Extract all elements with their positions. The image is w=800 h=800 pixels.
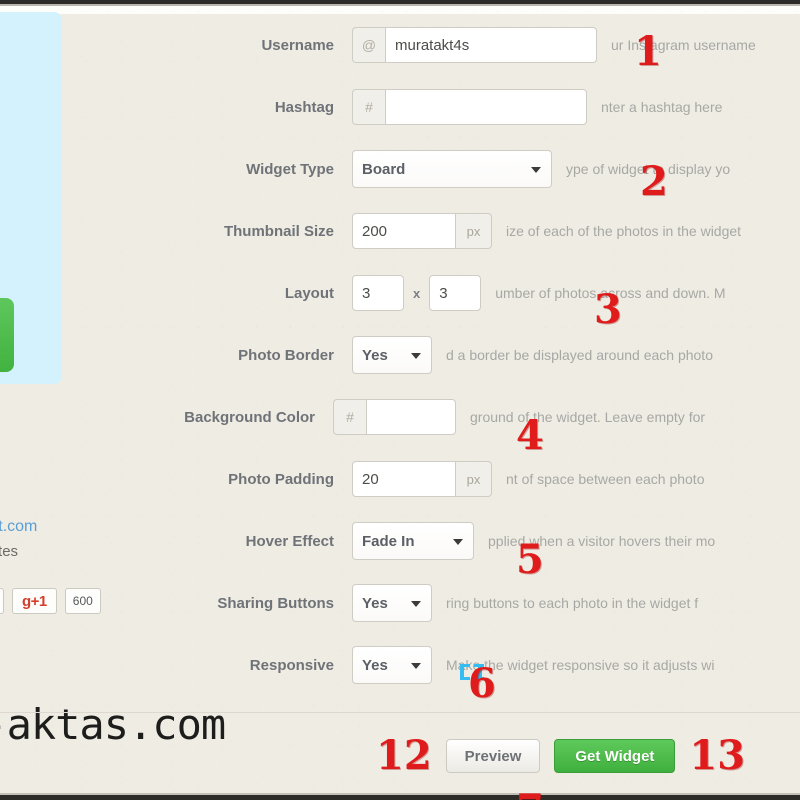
- hint-responsive: Make the widget responsive so it adjusts…: [446, 657, 715, 673]
- hash-sign-icon: #: [333, 399, 366, 435]
- layout-columns-input[interactable]: [352, 275, 404, 311]
- photo-padding-unit: px: [456, 461, 492, 497]
- responsive-select[interactable]: Yes: [352, 646, 432, 684]
- label-photo-border: Photo Border: [238, 346, 334, 364]
- layout-separator: x: [413, 285, 421, 301]
- sharing-buttons-value: Yes: [362, 594, 388, 612]
- form-row-photo-border: Photo Border Yes d a border be displayed…: [0, 324, 800, 704]
- sharing-buttons-select[interactable]: Yes: [352, 584, 432, 622]
- hover-effect-select[interactable]: Fade In: [352, 522, 474, 560]
- hint-background-color: ground of the widget. Leave empty for: [470, 409, 706, 425]
- widget-type-select[interactable]: Board: [352, 150, 552, 188]
- control-layout: x umber of photos across and down. M: [352, 275, 787, 311]
- chevron-down-icon: [453, 539, 463, 545]
- layout-rows-input[interactable]: [429, 275, 482, 311]
- label-background-color: Background Color: [184, 408, 315, 426]
- footer-divider: [0, 712, 800, 713]
- hint-username: ur Instagram username: [611, 37, 756, 53]
- control-widget-type: Board ype of widget to display yo: [352, 150, 784, 188]
- form-row-hover-effect: Hover Effect Fade In pplied when a visit…: [0, 510, 800, 572]
- hint-sharing-buttons: ring buttons to each photo in the widget…: [446, 595, 699, 611]
- label-widget-type: Widget Type: [246, 160, 334, 178]
- hint-photo-border: d a border be displayed around each phot…: [446, 347, 713, 363]
- label-username: Username: [261, 36, 334, 54]
- control-responsive: Yes Make the widget responsive so it adj…: [352, 646, 776, 684]
- chevron-down-icon: [531, 167, 541, 173]
- responsive-value: Yes: [362, 656, 388, 674]
- control-background-color: # ground of the widget. Leave empty for: [333, 399, 800, 435]
- preview-button[interactable]: Preview: [445, 739, 541, 773]
- get-widget-button[interactable]: Get Widget: [554, 739, 676, 773]
- form-footer: 12 Preview Get Widget 13: [0, 736, 800, 776]
- hint-photo-padding: nt of space between each photo: [506, 471, 705, 487]
- top-white-strip: [0, 6, 800, 14]
- form-row-thumbnail-size: Thumbnail Size px ize of each of the pho…: [0, 200, 800, 456]
- hint-thumbnail-size: ize of each of the photos in the widget: [506, 223, 742, 239]
- hint-hashtag: nter a hashtag here: [601, 99, 723, 115]
- text-cursor-artifact: [460, 662, 486, 682]
- username-input[interactable]: [385, 27, 597, 63]
- hint-layout: umber of photos across and down. M: [495, 285, 726, 301]
- label-responsive: Responsive: [249, 656, 334, 674]
- bottom-border: [0, 795, 800, 800]
- label-photo-padding: Photo Padding: [228, 470, 334, 488]
- form-row-photo-padding: Photo Padding px nt of space between eac…: [0, 448, 800, 510]
- control-username: @ ur Instagram username: [352, 27, 791, 63]
- label-hover-effect: Hover Effect: [245, 532, 334, 550]
- form-row-hashtag: Hashtag # nter a hashtag here 2: [0, 76, 800, 202]
- form-row-background-color: Background Color # ground of the widget.…: [0, 386, 800, 800]
- thumbnail-size-unit: px: [456, 213, 492, 249]
- screenshot-root: …idget.com …odates 10 g+1 600 t-aktas.co…: [0, 0, 800, 800]
- label-sharing-buttons: Sharing Buttons: [217, 594, 334, 612]
- photo-padding-input[interactable]: [352, 461, 456, 497]
- control-thumbnail-size: px ize of each of the photos in the widg…: [352, 213, 772, 249]
- photo-border-value: Yes: [362, 346, 388, 364]
- form-row-responsive: Responsive Yes Make the widget responsiv…: [0, 634, 800, 696]
- hint-widget-type: ype of widget to display yo: [566, 161, 731, 177]
- chevron-down-icon: [411, 353, 421, 359]
- form-row-widget-type: Widget Type Board ype of widget to displ…: [0, 138, 800, 330]
- thumbnail-size-input[interactable]: [352, 213, 456, 249]
- hash-sign-icon: #: [352, 89, 385, 125]
- label-layout: Layout: [284, 284, 334, 302]
- hint-hover-effect: pplied when a visitor hovers their mo: [488, 533, 716, 549]
- control-photo-padding: px nt of space between each photo: [352, 461, 772, 497]
- background-color-input[interactable]: [366, 399, 456, 435]
- form-row-sharing-buttons: Sharing Buttons Yes ring buttons to each…: [0, 572, 800, 634]
- photo-border-select[interactable]: Yes: [352, 336, 432, 374]
- control-photo-border: Yes d a border be displayed around each …: [352, 336, 776, 374]
- chevron-down-icon: [411, 601, 421, 607]
- annotation-12: 12: [376, 732, 432, 779]
- hashtag-input[interactable]: [385, 89, 587, 125]
- widget-settings-form: Username @ ur Instagram username 1 Hasht…: [0, 14, 800, 800]
- form-row-layout: Layout x umber of photos across and down…: [0, 262, 800, 580]
- control-sharing-buttons: Yes ring buttons to each photo in the wi…: [352, 584, 776, 622]
- control-hashtag: # nter a hashtag here: [352, 89, 781, 125]
- form-row-username: Username @ ur Instagram username 1: [0, 14, 800, 76]
- annotation-13: 13: [689, 732, 746, 779]
- label-thumbnail-size: Thumbnail Size: [223, 222, 334, 240]
- at-sign-icon: @: [352, 27, 385, 63]
- widget-type-value: Board: [362, 160, 406, 178]
- control-hover-effect: Fade In pplied when a visitor hovers the…: [352, 522, 788, 560]
- hover-effect-value: Fade In: [362, 532, 415, 550]
- chevron-down-icon: [411, 663, 421, 669]
- label-hashtag: Hashtag: [274, 98, 334, 116]
